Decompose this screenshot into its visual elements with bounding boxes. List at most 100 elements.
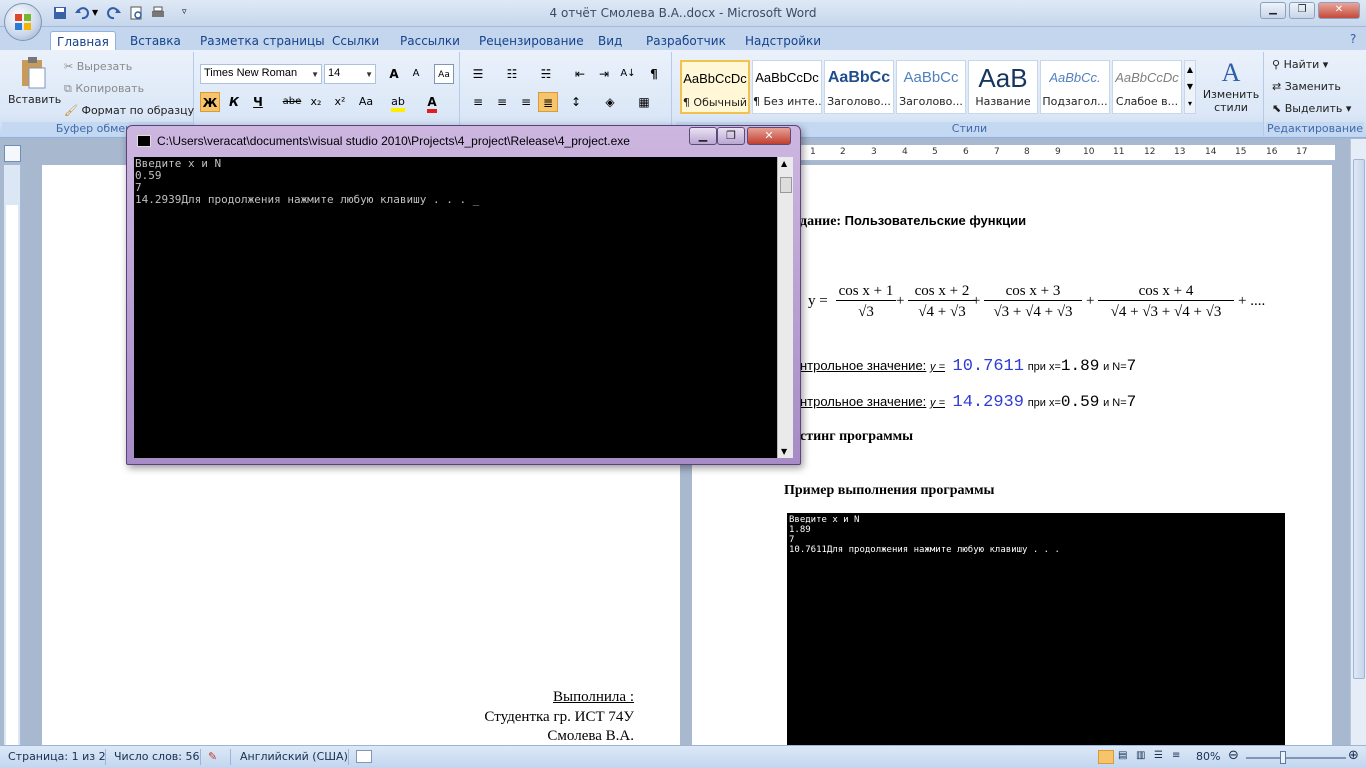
- vertical-scrollbar[interactable]: [1350, 139, 1366, 745]
- line-spacing-icon[interactable]: ↕: [566, 92, 586, 112]
- close-button[interactable]: ✕: [1318, 2, 1360, 19]
- align-center-icon[interactable]: ≡: [492, 92, 512, 112]
- multilevel-list-icon[interactable]: ☵: [536, 64, 556, 84]
- macro-record-icon[interactable]: [356, 750, 372, 763]
- shading-icon[interactable]: ◈: [600, 92, 620, 112]
- tab-review[interactable]: Рецензирование: [473, 31, 590, 51]
- sort-icon[interactable]: A↓: [618, 64, 638, 84]
- numbering-icon[interactable]: ☷: [502, 64, 522, 84]
- clear-format-icon[interactable]: Aa: [434, 64, 454, 84]
- console-scrollbar[interactable]: ▲ ▼: [777, 157, 793, 458]
- word-count[interactable]: Число слов: 56: [114, 750, 200, 763]
- full-screen-reading-icon[interactable]: ▤: [1118, 750, 1127, 761]
- formula-tail: + ....: [1238, 293, 1266, 309]
- minimize-button[interactable]: ▁: [1260, 2, 1286, 19]
- grow-font-label: A: [389, 67, 399, 81]
- web-layout-icon[interactable]: ▥: [1136, 750, 1145, 761]
- style-title[interactable]: AaB Название: [968, 60, 1038, 114]
- strikethrough-button[interactable]: abe: [282, 92, 302, 112]
- bullets-icon[interactable]: ☰: [468, 64, 488, 84]
- tab-selector[interactable]: [4, 145, 21, 162]
- style-normal[interactable]: AaBbCcDc ¶ Обычный: [680, 60, 750, 114]
- console-window[interactable]: C:\Users\veracat\documents\visual studio…: [126, 125, 801, 465]
- tab-references[interactable]: Ссылки: [326, 31, 385, 51]
- console-maximize-button[interactable]: ❐: [717, 127, 745, 145]
- format-painter-label: Формат по образцу: [81, 104, 195, 117]
- listing-heading: стинг программы: [800, 429, 914, 444]
- italic-button[interactable]: К: [224, 92, 244, 112]
- console-scroll-thumb[interactable]: [780, 177, 792, 193]
- highlight-icon[interactable]: ab: [388, 92, 408, 112]
- copy-button[interactable]: ⧉ Копировать: [64, 82, 144, 96]
- style-subtle-emphasis[interactable]: AaBbCcDc Слабое в...: [1112, 60, 1182, 114]
- style-sample: AaBbCcDc: [755, 70, 819, 85]
- office-button[interactable]: [4, 3, 42, 41]
- increase-indent-icon[interactable]: ⇥: [594, 64, 614, 84]
- subscript-button[interactable]: x₂: [306, 92, 326, 112]
- zoom-out-icon[interactable]: ⊖: [1228, 748, 1239, 763]
- console-output[interactable]: Введите x и N 0.59 7 14.2939Для продолже…: [134, 157, 777, 458]
- replace-button[interactable]: ⇄ Заменить: [1272, 80, 1341, 93]
- pilcrow-icon[interactable]: ¶: [644, 64, 664, 84]
- tab-insert[interactable]: Вставка: [124, 31, 187, 51]
- tab-view[interactable]: Вид: [592, 31, 628, 51]
- n-value: 7: [1126, 393, 1137, 411]
- justify-icon[interactable]: ≣: [538, 92, 558, 112]
- language[interactable]: Английский (США): [240, 750, 348, 763]
- console-minimize-button[interactable]: ▁: [689, 127, 717, 145]
- zoom-slider[interactable]: [1246, 757, 1346, 759]
- style-subtitle[interactable]: AaBbCc. Подзагол...: [1040, 60, 1110, 114]
- format-painter-button[interactable]: 🖌 Формат по образцу: [64, 104, 194, 117]
- replace-icon: ⇄: [1272, 80, 1282, 93]
- grow-font-button[interactable]: A: [384, 64, 404, 84]
- draft-icon[interactable]: ≡: [1172, 750, 1180, 761]
- select-button[interactable]: ⬉ Выделить ▾: [1272, 102, 1351, 115]
- underline-button[interactable]: Ч: [248, 92, 268, 112]
- console-close-button[interactable]: ✕: [747, 127, 791, 145]
- style-no-spacing[interactable]: AaBbCcDc ¶ Без инте...: [752, 60, 822, 114]
- borders-icon[interactable]: ▦: [634, 92, 654, 112]
- superscript-button[interactable]: x²: [330, 92, 350, 112]
- tab-home[interactable]: Главная: [50, 31, 116, 51]
- print-layout-icon[interactable]: [1098, 750, 1114, 764]
- scroll-down-icon[interactable]: ▼: [781, 447, 787, 456]
- scroll-up-icon[interactable]: ▲: [781, 159, 787, 168]
- zoom-level[interactable]: 80%: [1196, 750, 1220, 763]
- style-heading-1[interactable]: AaBbCc Заголово...: [824, 60, 894, 114]
- scrollbar-thumb[interactable]: [1353, 159, 1365, 679]
- zoom-slider-thumb[interactable]: [1280, 751, 1286, 764]
- tab-page-layout[interactable]: Разметка страницы: [194, 31, 331, 51]
- zoom-in-icon[interactable]: ⊕: [1348, 748, 1359, 763]
- shrink-font-button[interactable]: A: [406, 64, 426, 84]
- ruler-tick: 10: [1083, 147, 1095, 157]
- ruler-tick: 17: [1296, 147, 1308, 157]
- align-right-icon[interactable]: ≡: [516, 92, 536, 112]
- find-button[interactable]: ⚲ Найти ▾: [1272, 58, 1328, 71]
- paste-button[interactable]: Вставить: [8, 56, 61, 106]
- proofing-icon[interactable]: ✎: [208, 750, 217, 763]
- style-heading-2[interactable]: AaBbCc Заголово...: [896, 60, 966, 114]
- x-value: 0.59: [1060, 393, 1100, 411]
- font-color-icon[interactable]: A: [422, 92, 442, 113]
- formula-term-denominator: √3 + √4 + √3: [993, 304, 1073, 320]
- tab-mailings[interactable]: Рассылки: [394, 31, 466, 51]
- page-count[interactable]: Страница: 1 из 2: [8, 750, 106, 763]
- font-name-select[interactable]: Times New Roman ▼: [200, 64, 322, 84]
- outline-icon[interactable]: ☰: [1154, 750, 1163, 761]
- font-size-select[interactable]: 14 ▼: [324, 64, 376, 84]
- style-name: Заголово...: [899, 95, 963, 108]
- tab-developer[interactable]: Разработчик: [640, 31, 732, 51]
- decrease-indent-icon[interactable]: ⇤: [570, 64, 590, 84]
- styles-scroll[interactable]: ▲ ▼ ▾: [1184, 60, 1196, 114]
- maximize-button[interactable]: ❐: [1289, 2, 1315, 19]
- embedded-console-screenshot: Введите x и N 1.89 7 10.7611Для продолже…: [787, 513, 1285, 745]
- formula-term-denominator: √3: [858, 304, 874, 320]
- change-case-button[interactable]: Aa: [356, 92, 376, 112]
- bold-button[interactable]: Ж: [200, 92, 220, 112]
- change-styles-button[interactable]: A Изменить стили: [1202, 58, 1260, 114]
- cut-button[interactable]: ✂ Вырезать: [64, 60, 132, 73]
- formula-term-denominator: √4 + √3: [918, 304, 966, 320]
- help-icon[interactable]: ?: [1350, 32, 1356, 46]
- align-left-icon[interactable]: ≡: [468, 92, 488, 112]
- tab-addins[interactable]: Надстройки: [739, 31, 827, 51]
